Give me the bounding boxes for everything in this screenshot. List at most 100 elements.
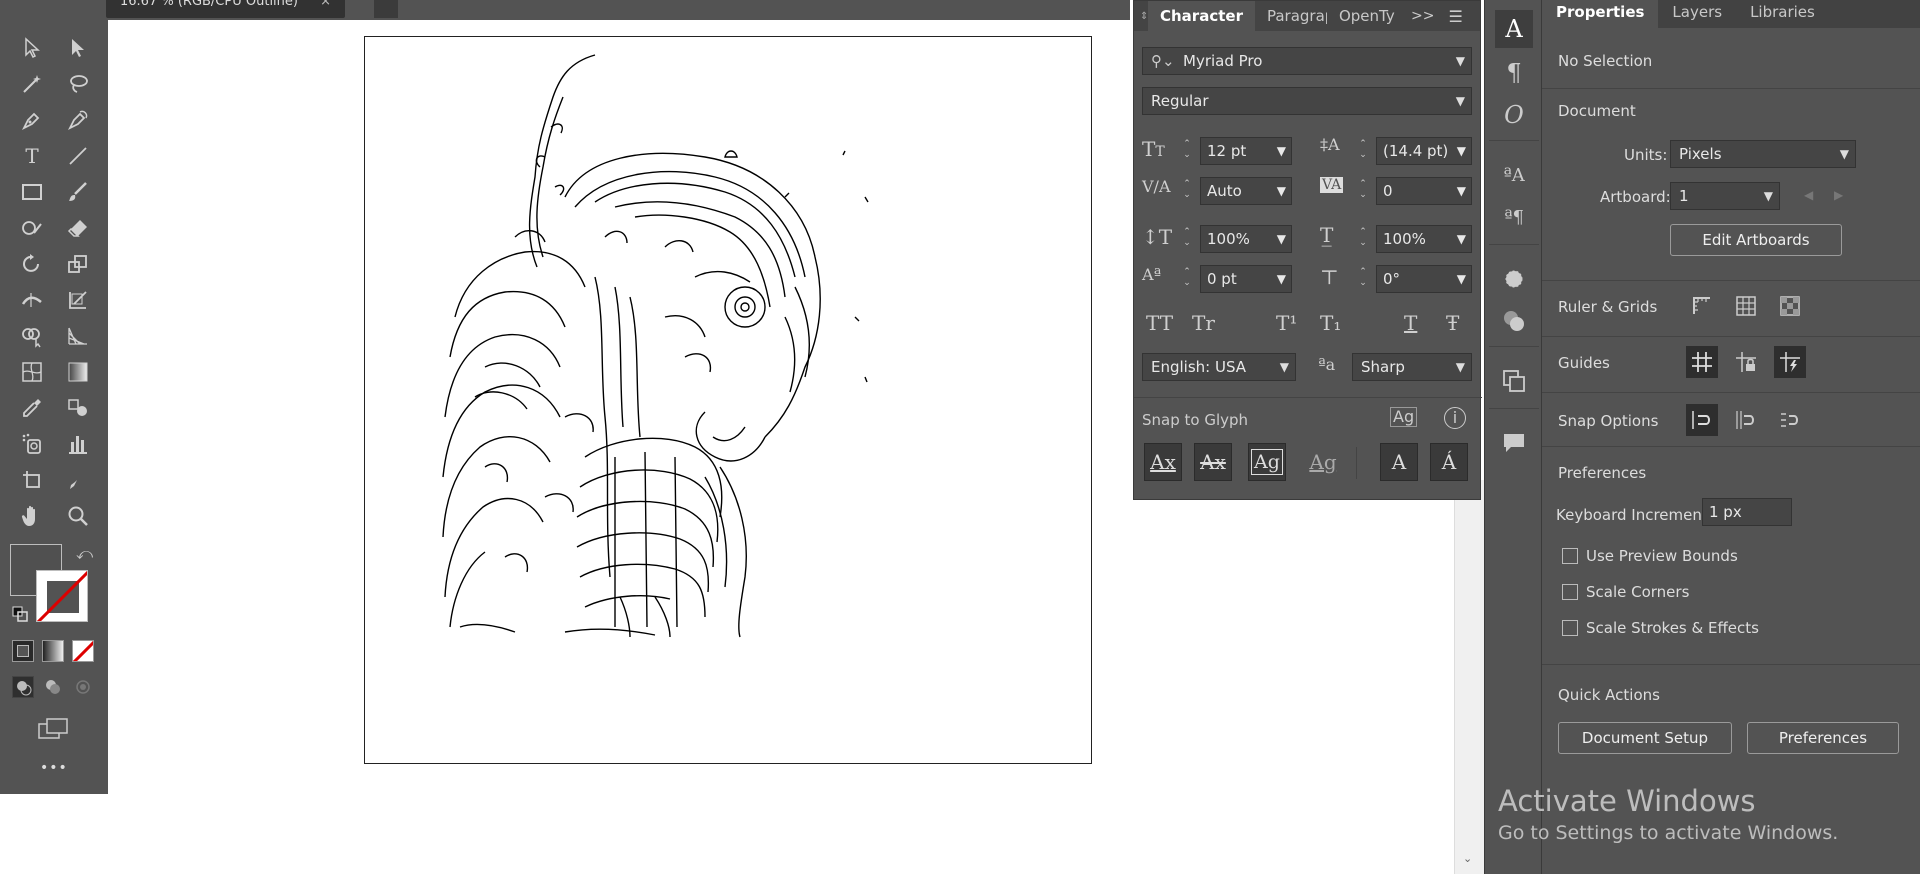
font-family-dropdown[interactable]: ⚲⌄ Myriad Pro ▼ (1142, 47, 1472, 75)
free-transform-tool-icon[interactable] (62, 284, 94, 316)
rectangle-tool-icon[interactable] (16, 176, 48, 208)
small-caps-button[interactable]: Tr (1192, 311, 1215, 335)
stroke-color-swatch[interactable] (36, 570, 88, 622)
snap-to-point-icon[interactable] (1686, 404, 1718, 436)
transparency-panel-icon[interactable] (1495, 302, 1533, 340)
default-fill-stroke-icon[interactable] (12, 606, 28, 622)
blend-tool-icon[interactable] (62, 392, 94, 424)
type-tool-icon[interactable]: T (16, 140, 48, 172)
rotation-stepper[interactable]: ⌃ ⌄ (1354, 265, 1372, 293)
scale-strokes-effects-checkbox[interactable] (1562, 620, 1578, 636)
close-tab-icon[interactable]: × (320, 0, 331, 9)
appearance-panel-icon[interactable] (1495, 260, 1533, 298)
symbol-sprayer-tool-icon[interactable] (16, 428, 48, 460)
column-graph-tool-icon[interactable] (62, 428, 94, 460)
ruler-icon[interactable] (1686, 290, 1718, 322)
anchor-point-button[interactable]: Á (1430, 443, 1468, 481)
snap-baseline-button[interactable]: Ax (1144, 443, 1182, 481)
grid-icon[interactable] (1730, 290, 1762, 322)
tab-libraries[interactable]: Libraries (1736, 0, 1829, 28)
vertical-scale-field[interactable]: 100% ▼ (1200, 225, 1292, 253)
vertical-scrollbar[interactable]: ⌄ (1454, 480, 1484, 874)
paragraph-panel-icon[interactable]: ¶ (1495, 54, 1533, 92)
hand-tool-icon[interactable] (16, 500, 48, 532)
tracking-field[interactable]: 0 ▼ (1376, 177, 1472, 205)
previous-artboard-icon[interactable]: ◀ (1804, 188, 1813, 202)
show-guides-icon[interactable] (1686, 346, 1718, 378)
panel-expand-icon[interactable]: >> (1411, 8, 1434, 24)
magic-wand-tool-icon[interactable] (16, 68, 48, 100)
screen-mode-icon[interactable] (36, 716, 70, 744)
scale-corners-checkbox[interactable] (1562, 584, 1578, 600)
next-artboard-icon[interactable]: ▶ (1834, 188, 1843, 202)
lock-guides-icon[interactable] (1730, 346, 1762, 378)
direct-selection-tool-icon[interactable] (62, 32, 94, 64)
superscript-button[interactable]: T¹ (1276, 311, 1297, 335)
eyedropper-tool-icon[interactable] (16, 392, 48, 424)
shape-builder-tool-icon[interactable] (16, 320, 48, 352)
document-tab[interactable]: 16.67 % (RGB/CPU Outline) × (106, 0, 346, 18)
artboard-tool-icon[interactable] (16, 464, 48, 496)
paragraph-styles-icon[interactable]: ª¶ (1495, 198, 1533, 236)
units-dropdown[interactable]: Pixels ▼ (1670, 140, 1856, 168)
info-icon[interactable]: i (1444, 407, 1466, 429)
document-setup-button[interactable]: Document Setup (1558, 722, 1732, 754)
curvature-tool-icon[interactable] (62, 104, 94, 136)
tab-properties[interactable]: Properties (1542, 0, 1659, 28)
draw-normal-icon[interactable] (12, 676, 34, 698)
paintbrush-tool-icon[interactable] (62, 176, 94, 208)
perspective-grid-tool-icon[interactable] (62, 320, 94, 352)
panel-menu-icon[interactable]: ☰ (1448, 7, 1462, 26)
snap-to-glyph-icon[interactable] (1774, 404, 1806, 436)
swap-fill-stroke-icon[interactable]: ⤺ (76, 544, 93, 564)
rotation-field[interactable]: 0° ▼ (1376, 265, 1472, 293)
language-dropdown[interactable]: English: USA ▼ (1142, 353, 1296, 381)
snap-glyph-bounds-button[interactable]: Ag (1248, 443, 1286, 481)
draw-inside-icon[interactable] (72, 676, 94, 698)
vertical-scale-stepper[interactable]: ⌃ ⌄ (1178, 225, 1196, 253)
subscript-button[interactable]: T₁ (1320, 311, 1341, 335)
keyboard-increment-field[interactable]: 1 px (1702, 498, 1792, 526)
snap-to-pixel-icon[interactable] (1730, 404, 1762, 436)
strikethrough-button[interactable]: Ŧ (1446, 311, 1459, 335)
scale-tool-icon[interactable] (62, 248, 94, 280)
angular-guides-button[interactable]: A (1380, 443, 1418, 481)
font-size-stepper[interactable]: ⌃ ⌄ (1178, 137, 1196, 165)
all-caps-button[interactable]: TT (1146, 311, 1173, 335)
leading-field[interactable]: (14.4 pt) ▼ (1376, 137, 1472, 165)
baseline-shift-field[interactable]: 0 pt ▼ (1200, 265, 1292, 293)
leading-stepper[interactable]: ⌃ ⌄ (1354, 137, 1372, 165)
rotate-tool-icon[interactable] (16, 248, 48, 280)
character-panel-icon[interactable]: A (1495, 10, 1533, 48)
kerning-field[interactable]: Auto ▼ (1200, 177, 1292, 205)
more-tools-button[interactable]: ••• (40, 760, 68, 776)
horizontal-scale-field[interactable]: 100% ▼ (1376, 225, 1472, 253)
antialias-dropdown[interactable]: Sharp ▼ (1352, 353, 1472, 381)
comments-panel-icon[interactable] (1495, 424, 1533, 462)
font-style-dropdown[interactable]: Regular ▼ (1142, 87, 1472, 115)
line-tool-icon[interactable] (62, 140, 94, 172)
opentype-panel-icon[interactable]: O (1495, 96, 1533, 134)
artboards-panel-icon[interactable] (1495, 362, 1533, 400)
tab-character[interactable]: Character (1148, 1, 1255, 31)
color-mode-button[interactable] (12, 640, 34, 662)
selection-tool-icon[interactable] (16, 32, 48, 64)
tracking-stepper[interactable]: ⌃ ⌄ (1354, 177, 1372, 205)
panel-collapse-icon[interactable]: ⇕ (1134, 11, 1148, 22)
artboard[interactable] (364, 36, 1092, 764)
tab-opentype[interactable]: OpenTyp (1327, 1, 1395, 31)
underline-button[interactable]: T (1404, 311, 1417, 335)
snap-proximity-guides-button[interactable]: Ag (1304, 443, 1342, 481)
mesh-tool-icon[interactable] (16, 356, 48, 388)
smart-guides-icon[interactable] (1774, 346, 1806, 378)
shaper-tool-icon[interactable] (16, 212, 48, 244)
scroll-down-icon[interactable]: ⌄ (1463, 852, 1472, 865)
tab-layers[interactable]: Layers (1658, 0, 1736, 28)
pen-tool-icon[interactable] (16, 104, 48, 136)
slice-tool-icon[interactable] (62, 464, 94, 496)
character-styles-icon[interactable]: ªA (1495, 156, 1533, 194)
gradient-mode-button[interactable] (42, 640, 64, 662)
eraser-tool-icon[interactable] (62, 212, 94, 244)
font-size-field[interactable]: 12 pt ▼ (1200, 137, 1292, 165)
transparency-grid-icon[interactable] (1774, 290, 1806, 322)
